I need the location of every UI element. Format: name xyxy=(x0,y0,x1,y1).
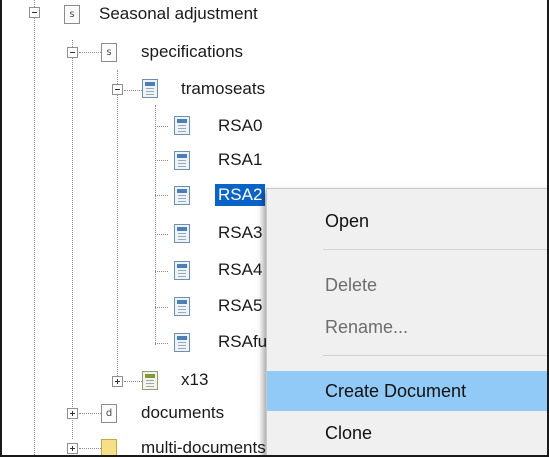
tree-node-label: tramoseats xyxy=(181,79,266,98)
tree-node-label: RSA0 xyxy=(218,116,263,135)
tree-line xyxy=(155,105,156,345)
menu-item-clone[interactable]: Clone xyxy=(267,413,547,453)
tree-node-label: Seasonal adjustment xyxy=(99,4,258,23)
collapse-toggle-icon[interactable] xyxy=(67,47,78,58)
spec-icon xyxy=(142,79,158,98)
tree-line xyxy=(155,343,168,344)
menu-item-open[interactable]: Open xyxy=(267,201,547,241)
service-icon: s xyxy=(101,43,117,62)
menu-item-rename[interactable]: Rename... xyxy=(267,307,547,347)
tree-line xyxy=(117,70,118,380)
tree-node-label: RSA3 xyxy=(218,223,263,242)
tree-line xyxy=(34,0,35,455)
tree-line xyxy=(155,160,168,161)
spec-icon xyxy=(174,261,190,280)
tree-node-label: specifications xyxy=(141,42,244,61)
tree-line xyxy=(155,126,168,127)
tree-line xyxy=(79,52,101,53)
menu-separator xyxy=(323,355,547,356)
collapse-toggle-icon[interactable] xyxy=(29,7,40,18)
spec-icon xyxy=(174,333,190,352)
menu-item-delete[interactable]: Delete xyxy=(267,265,547,305)
tree-line xyxy=(79,413,101,414)
tree-line xyxy=(155,307,168,308)
tree-line xyxy=(72,40,73,439)
menu-item-create-document[interactable]: Create Document xyxy=(267,371,547,411)
tree-line xyxy=(79,448,101,449)
tree-node-label: RSA1 xyxy=(218,150,263,169)
tree-line xyxy=(124,90,142,91)
tree-line xyxy=(124,381,142,382)
folder-icon xyxy=(101,439,117,455)
tree-line xyxy=(155,271,168,272)
spec-icon xyxy=(174,297,190,316)
tree-line xyxy=(155,234,168,235)
tree-node-label: x13 xyxy=(181,370,209,389)
spec-icon xyxy=(142,371,158,390)
tree-node-label: RSA4 xyxy=(218,260,263,279)
tree-node-label: RSA5 xyxy=(218,296,263,315)
collapse-toggle-icon[interactable] xyxy=(112,84,123,95)
service-icon: s xyxy=(64,5,80,24)
tree-node-label-selected: RSA2 xyxy=(215,184,266,206)
spec-icon xyxy=(174,116,190,135)
expand-toggle-icon[interactable] xyxy=(112,376,123,387)
workspace-tree-panel: s Seasonal adjustment s specifications t… xyxy=(0,0,549,457)
spec-icon xyxy=(174,186,190,205)
menu-separator xyxy=(323,249,547,250)
tree-node-label: multi-documents xyxy=(141,438,266,457)
expand-toggle-icon[interactable] xyxy=(67,408,78,419)
expand-toggle-icon[interactable] xyxy=(67,443,78,454)
tree-line xyxy=(155,195,168,196)
spec-icon xyxy=(174,224,190,243)
tree-node-label: documents xyxy=(141,403,225,422)
spec-icon xyxy=(174,151,190,170)
document-icon: d xyxy=(101,404,117,423)
context-menu: Open Delete Rename... Create Document Cl… xyxy=(266,188,547,455)
